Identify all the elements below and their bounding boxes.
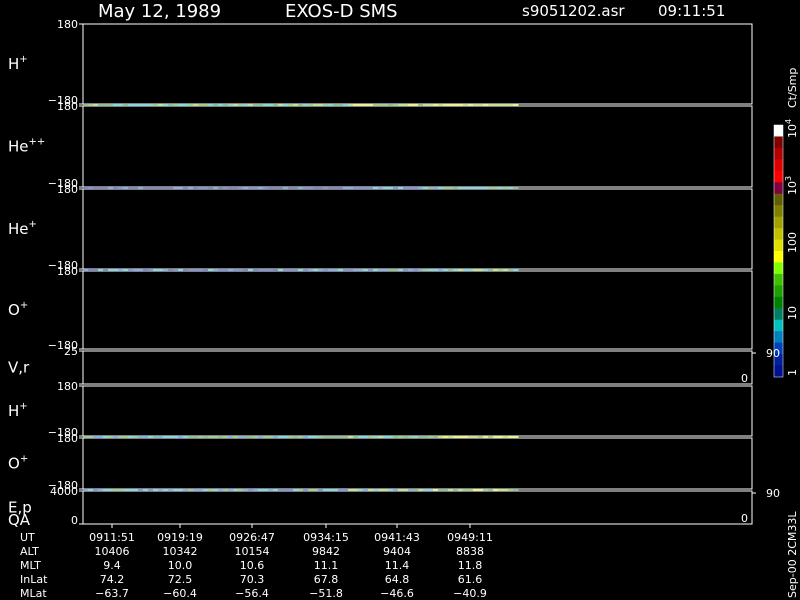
spectrogram-figure: 180−180H+180−180He++180−180He+180−180O+2… bbox=[8, 1, 799, 600]
plot-canvas: 180 −180 H+ 180 −180 He++ 180 −180 He+ 180 −180 O+ 2… bbox=[0, 0, 800, 600]
